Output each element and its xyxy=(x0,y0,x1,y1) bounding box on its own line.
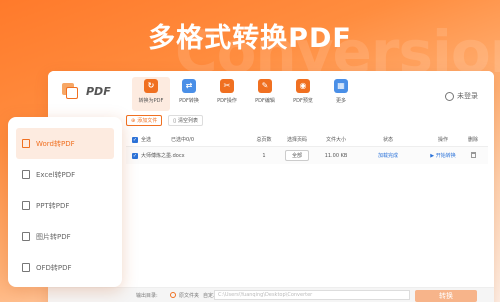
pdf-operate-icon: ✂ xyxy=(220,79,234,93)
clear-list-label: 清空列表 xyxy=(177,118,198,124)
tab-pdf-edit[interactable]: ✎ PDF编辑 xyxy=(246,77,284,111)
row-checkbox[interactable]: ✓ xyxy=(132,152,138,159)
file-pages: 1 xyxy=(262,152,266,159)
file-status: 加载完成 xyxy=(377,153,398,159)
more-grid-icon: ▦ xyxy=(334,79,348,93)
tab-label: 转换为PDF xyxy=(138,98,164,104)
plus-icon: ⊕ xyxy=(131,117,136,124)
delete-icon[interactable] xyxy=(470,151,476,158)
sidebar: Word转PDF Excel转PDF PPT转PDF 图片转PDF OFD转PD… xyxy=(8,117,122,287)
header-operation: 操作 xyxy=(437,137,448,143)
presentation-icon xyxy=(22,201,30,210)
file-name: 大师傅炼之墨.docx xyxy=(141,153,185,159)
header-selected: 已选中0/0 xyxy=(171,137,195,143)
trash-icon: ▯ xyxy=(173,117,176,124)
user-label: 未登录 xyxy=(457,92,478,100)
sidebar-item-label: PPT转PDF xyxy=(36,201,70,210)
table-header: ✓ 全选 已选中0/0 总页数 选择页码 文件大小 状态 操作 删除 xyxy=(126,133,488,147)
tab-label: PDF转换 xyxy=(179,98,199,104)
hero-title: 多格式转换PDF xyxy=(148,23,352,54)
file-table: ✓ 全选 已选中0/0 总页数 选择页码 文件大小 状态 操作 删除 ✓ 大师傅… xyxy=(126,133,488,164)
sidebar-item-label: OFD转PDF xyxy=(36,263,72,272)
bottom-bar: 输出目录: 原文件夹 自定义 C:\Users\Yuanqing\Desktop… xyxy=(48,287,494,302)
sidebar-item-image[interactable]: 图片转PDF xyxy=(16,221,114,252)
sidebar-item-label: Word转PDF xyxy=(36,139,75,148)
header-size: 文件大小 xyxy=(325,137,346,143)
sidebar-item-excel[interactable]: Excel转PDF xyxy=(16,159,114,190)
pdf-edit-icon: ✎ xyxy=(258,79,272,93)
header-delete: 删除 xyxy=(467,137,478,143)
user-icon xyxy=(445,91,454,101)
tab-more[interactable]: ▦ 更多 xyxy=(322,77,360,111)
tab-label: PDF预览 xyxy=(293,98,313,104)
header-select-all: 全选 xyxy=(141,137,152,143)
delete-cell xyxy=(463,151,483,160)
user-login[interactable]: 未登录 xyxy=(445,91,478,101)
image-icon xyxy=(22,232,30,241)
tab-label: PDF编辑 xyxy=(255,98,275,104)
tab-pdf-convert[interactable]: ⇄ PDF转换 xyxy=(170,77,208,111)
file-actions: ⊕ 添加文件 ▯ 清空列表 xyxy=(126,115,203,126)
tab-label: 更多 xyxy=(335,98,346,104)
output-dir-label: 输出目录: xyxy=(136,293,158,299)
output-path-input[interactable]: C:\Users\Yuanqing\Desktop\Converter xyxy=(214,290,410,300)
tab-to-pdf[interactable]: ↻ 转换为PDF xyxy=(132,77,170,111)
header-pages: 总页数 xyxy=(256,137,272,143)
select-all-checkbox[interactable]: ✓ xyxy=(132,136,138,143)
main-tabs: ↻ 转换为PDF ⇄ PDF转换 ✂ PDF操作 ✎ PDF编辑 ◉ PDF预览… xyxy=(132,77,360,111)
document-icon xyxy=(22,139,30,148)
page-range-cell: 全部 xyxy=(275,150,319,161)
ofd-file-icon xyxy=(22,263,30,272)
tab-pdf-operate[interactable]: ✂ PDF操作 xyxy=(208,77,246,111)
sidebar-item-ofd[interactable]: OFD转PDF xyxy=(16,252,114,283)
output-option-radio[interactable] xyxy=(170,292,176,298)
convert-to-pdf-icon: ↻ xyxy=(144,79,158,93)
start-convert-button[interactable]: ▶ 开始转换 xyxy=(423,152,463,159)
file-size: 11.00 KB xyxy=(324,152,348,159)
sidebar-item-label: Excel转PDF xyxy=(36,170,76,179)
sidebar-item-label: 图片转PDF xyxy=(36,232,71,241)
clear-list-button[interactable]: ▯ 清空列表 xyxy=(168,115,203,126)
pdf-convert-icon: ⇄ xyxy=(182,79,196,93)
spreadsheet-icon xyxy=(22,170,30,179)
output-option-label: 原文件夹 xyxy=(179,293,200,299)
tab-label: PDF操作 xyxy=(217,98,237,104)
tab-pdf-preview[interactable]: ◉ PDF预览 xyxy=(284,77,322,111)
table-row: ✓ 大师傅炼之墨.docx 1 全部 11.00 KB 加载完成 ▶ 开始转换 xyxy=(126,147,488,164)
convert-button[interactable]: 转换 xyxy=(415,290,477,302)
app-name: PDF xyxy=(86,85,111,98)
add-file-button[interactable]: ⊕ 添加文件 xyxy=(126,115,163,126)
app-logo-icon xyxy=(62,83,78,99)
add-file-label: 添加文件 xyxy=(137,118,158,124)
sidebar-item-ppt[interactable]: PPT转PDF xyxy=(16,190,114,221)
sidebar-item-word[interactable]: Word转PDF xyxy=(16,128,114,159)
header-page-range: 选择页码 xyxy=(286,137,307,143)
header-status: 状态 xyxy=(382,137,393,143)
toolbar: PDF ↻ 转换为PDF ⇄ PDF转换 ✂ PDF操作 ✎ PDF编辑 ◉ P… xyxy=(48,71,494,111)
page-range-button[interactable]: 全部 xyxy=(284,150,309,161)
pdf-preview-icon: ◉ xyxy=(296,79,310,93)
